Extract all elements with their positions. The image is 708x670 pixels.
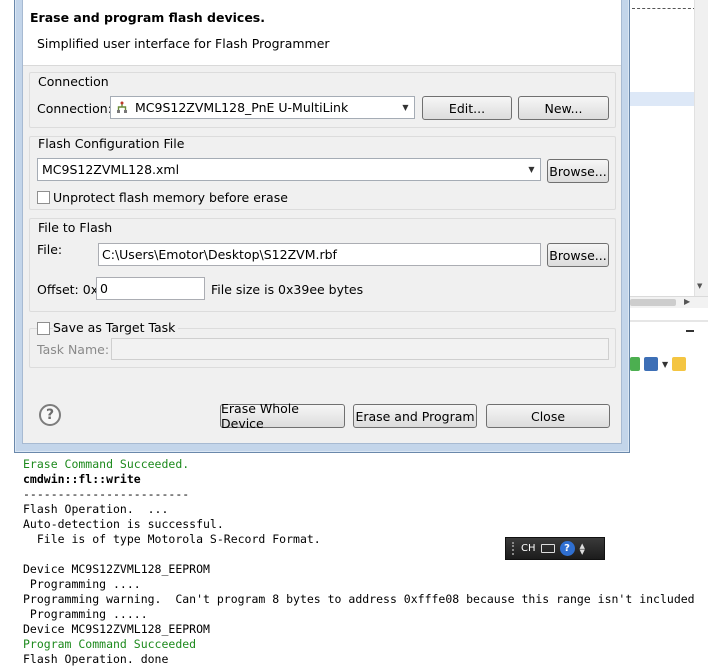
background-separator-dashes [632, 8, 696, 9]
save-target-task-checkbox[interactable] [37, 322, 50, 335]
console-line: Programming warning. Can't program 8 byt… [23, 592, 695, 606]
background-divider [628, 320, 708, 322]
edit-connection-button[interactable]: Edit... [422, 96, 512, 120]
unprotect-flash-label[interactable]: Unprotect flash memory before erase [53, 190, 288, 205]
unprotect-flash-checkbox[interactable] [37, 191, 50, 204]
edit-icon[interactable] [630, 357, 640, 371]
horizontal-scrollbar-thumb[interactable] [630, 299, 676, 306]
dialog-header: Erase and program flash devices. Simplif… [23, 0, 621, 66]
grip-icon[interactable] [512, 542, 516, 555]
chevron-down-icon[interactable]: ▼ [523, 159, 540, 180]
help-icon[interactable]: ? [559, 541, 575, 556]
keyboard-icon[interactable] [540, 544, 555, 553]
flash-config-group-label: Flash Configuration File [38, 136, 185, 151]
chevron-down-icon[interactable]: ▼ [397, 97, 414, 118]
language-indicator[interactable]: CH [521, 543, 536, 554]
erase-and-program-button[interactable]: Erase and Program [353, 404, 477, 428]
flash-config-value: MC9S12ZVML128.xml [42, 162, 180, 177]
console-line: Programming ..... [23, 607, 148, 621]
console-line: Auto-detection is successful. [23, 517, 224, 531]
new-connection-button[interactable]: New... [518, 96, 609, 120]
connection-group-label: Connection [38, 74, 109, 89]
offset-input[interactable] [96, 277, 205, 300]
console-line: Flash Operation. done [23, 652, 169, 666]
dialog-description: Simplified user interface for Flash Prog… [37, 36, 330, 51]
console-line: Programming .... [23, 577, 141, 591]
save-target-task-label[interactable]: Save as Target Task [53, 320, 179, 335]
console-output: Erase Command Succeeded. cmdwin::fl::writ… [0, 452, 708, 670]
close-button[interactable]: Close [486, 404, 610, 428]
connection-value: MC9S12ZVML128_PnE U-MultiLink [135, 100, 349, 115]
connection-label: Connection: [37, 101, 112, 116]
connection-dropdown[interactable]: MC9S12ZVML128_PnE U-MultiLink ▼ [110, 96, 415, 119]
offset-label: Offset: 0x [37, 282, 99, 297]
erase-whole-device-button[interactable]: Erase Whole Device [220, 401, 345, 431]
console-line: File is of type Motorola S-Record Format… [23, 532, 321, 546]
console-line: Program Command Succeeded [23, 637, 197, 651]
connection-icon [115, 101, 129, 115]
background-vertical-scrollbar[interactable] [694, 0, 708, 296]
language-bar[interactable]: CH ? ▲ ▼ [505, 537, 605, 560]
flash-programmer-dialog: Erase and program flash devices. Simplif… [22, 0, 622, 444]
browse-config-button[interactable]: Browse... [547, 159, 609, 183]
options-arrows-icon[interactable]: ▲ ▼ [580, 542, 585, 555]
console-line: ------------------------ [23, 487, 190, 501]
scroll-down-arrow-icon[interactable]: ▼ [697, 282, 702, 290]
display-icon[interactable] [644, 357, 658, 371]
file-size-text: File size is 0x39ee bytes [211, 282, 364, 297]
help-icon[interactable]: ? [39, 404, 61, 426]
file-label: File: [37, 242, 63, 257]
dialog-title: Erase and program flash devices. [30, 10, 265, 25]
task-name-input[interactable] [111, 338, 609, 360]
new-item-icon[interactable] [672, 357, 687, 371]
browse-file-button[interactable]: Browse... [547, 243, 609, 267]
task-name-label: Task Name: [37, 342, 110, 357]
scroll-right-arrow-icon[interactable]: ▶ [684, 297, 690, 306]
view-minimize-icon[interactable] [686, 330, 694, 332]
console-line: Flash Operation. ... [23, 502, 169, 516]
flash-config-dropdown[interactable]: MC9S12ZVML128.xml ▼ [37, 158, 541, 181]
file-path-input[interactable] [98, 243, 541, 266]
console-line: cmdwin::fl::write [23, 472, 141, 486]
chevron-down-icon[interactable]: ▼ [662, 360, 668, 369]
console-line: Device MC9S12ZVML128_EEPROM [23, 562, 210, 576]
console-line: Device MC9S12ZVML128_EEPROM [23, 622, 210, 636]
file-to-flash-group-label: File to Flash [38, 220, 113, 235]
background-view-area [628, 318, 708, 458]
background-view-toolbar: ▼ [628, 352, 708, 376]
console-line: Erase Command Succeeded. [23, 457, 190, 471]
